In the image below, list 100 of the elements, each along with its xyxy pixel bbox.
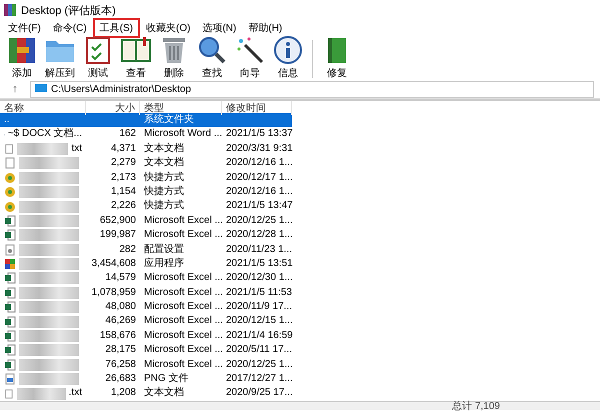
app-icon: [4, 258, 16, 270]
file-row[interactable]: 46,269 Microsoft Excel ... 2020/12/15 1...: [0, 314, 292, 329]
blurred-name: [19, 157, 79, 170]
file-row[interactable]: 28,175 Microsoft Excel ... 2020/5/11 17...: [0, 343, 292, 358]
file-date: 2021/1/5 13:47: [226, 200, 293, 212]
address-field[interactable]: C:\Users\Administrator\Desktop: [30, 80, 594, 98]
shortcut-icon: [4, 200, 16, 213]
file-date: 2021/1/5 13:37: [226, 128, 293, 140]
blurred-name: [19, 316, 79, 328]
file-row[interactable]: ~$ DOCX 文档... 162 Microsoft Word ... 2021/1/5 13:37: [0, 127, 292, 142]
file-size: 199,987: [100, 229, 136, 240]
file-row[interactable]: 48,080 Microsoft Excel ... 2020/11/9 17...: [0, 300, 292, 314]
file-type: 系统文件夹: [144, 114, 194, 125]
file-type: 文本文档: [144, 387, 184, 398]
file-type: 配置设置: [144, 244, 184, 255]
file-type: Microsoft Excel ...: [144, 214, 223, 226]
file-size: 2,279: [110, 157, 136, 168]
text-file-icon: [4, 157, 16, 170]
file-date: 2017/12/27 1...: [226, 373, 293, 384]
file-type: 快捷方式: [144, 186, 184, 197]
file-row[interactable]: 199,987 Microsoft Excel ... 2020/12/28 1...: [0, 228, 292, 243]
file-row[interactable]: txt 4,371 文本文档 2020/3/31 9:31: [0, 142, 292, 156]
excel-file-icon: [4, 229, 16, 242]
file-row[interactable]: 3,454,608 应用程序 2021/1/5 13:51: [0, 256, 292, 272]
file-size: 158,676: [100, 330, 136, 341]
file-date: 2021/1/5 13:51: [226, 258, 293, 269]
blurred-name: [19, 373, 79, 386]
toolbar-button[interactable]: 信息: [270, 35, 306, 80]
file-size: 26,683: [105, 373, 136, 384]
file-size: 46,269: [105, 315, 136, 326]
toolbar-button[interactable]: 修复: [319, 35, 355, 80]
file-row[interactable]: 652,900 Microsoft Excel ... 2020/12/25 1...: [0, 214, 292, 228]
menu-item[interactable]: 帮助(H): [242, 19, 288, 37]
blurred-name: [19, 244, 79, 256]
toolbar-button[interactable]: 查看: [118, 35, 154, 80]
blurred-name: [19, 330, 79, 342]
toolbar-button[interactable]: 测试: [80, 35, 116, 80]
file-row[interactable]: 76,258 Microsoft Excel ... 2020/12/25 1...: [0, 358, 292, 372]
file-type: Microsoft Excel ...: [144, 272, 223, 284]
file-size: 1,078,959: [92, 286, 136, 298]
file-size: 2,226: [110, 200, 136, 212]
image-file-icon: [4, 373, 16, 386]
file-type: Microsoft Excel ...: [144, 301, 223, 312]
toolbar-button[interactable]: 添加: [4, 35, 40, 80]
file-row[interactable]: 1,154 快捷方式 2020/12/16 1...: [0, 184, 292, 200]
books-icon: [7, 35, 37, 65]
monitor-icon: [35, 84, 47, 94]
shortcut-icon: [4, 172, 16, 184]
menu-item[interactable]: 文件(F): [2, 19, 47, 37]
app-icon: [4, 4, 16, 16]
menu-item[interactable]: 收藏夹(O): [140, 19, 196, 37]
shortcut-icon: [4, 186, 16, 198]
file-name: txt: [71, 142, 82, 156]
file-size: 28,175: [105, 344, 136, 356]
file-row[interactable]: 2,279 文本文档 2020/12/16 1...: [0, 156, 292, 171]
file-row[interactable]: 14,579 Microsoft Excel ... 2020/12/30 1...: [0, 271, 292, 286]
file-row[interactable]: 2,226 快捷方式 2021/1/5 13:47: [0, 199, 292, 214]
file-size: 14,579: [105, 272, 136, 284]
file-date: 2020/12/25 1...: [226, 358, 293, 370]
file-date: 2020/12/16 1...: [226, 157, 293, 168]
file-size: 1,154: [110, 186, 136, 197]
excel-file-icon: [4, 316, 16, 328]
file-row[interactable]: .txt 1,208 文本文档 2020/9/25 17...: [0, 386, 292, 401]
search-icon: [197, 35, 227, 65]
file-row[interactable]: 2,173 快捷方式 2020/12/17 1...: [0, 170, 292, 185]
file-date: 2020/12/17 1...: [226, 172, 293, 183]
menu-item[interactable]: 命令(C): [46, 19, 93, 37]
menu-item[interactable]: 选项(N): [196, 19, 242, 37]
file-size: 282: [119, 244, 136, 255]
file-date: 2020/3/31 9:31: [226, 142, 293, 154]
toolbar-button[interactable]: 向导: [232, 35, 268, 80]
file-name: ..: [4, 113, 10, 127]
excel-file-icon: [4, 358, 16, 371]
file-row[interactable]: 1,078,959 Microsoft Excel ... 2021/1/5 11:53: [0, 286, 292, 300]
excel-file-icon: [4, 214, 16, 227]
file-row[interactable]: .. 系统文件夹: [0, 113, 292, 128]
file-size: 652,900: [100, 214, 136, 226]
blurred-name: [17, 142, 68, 155]
excel-file-icon: [4, 330, 16, 342]
file-row[interactable]: 26,683 PNG 文件 2017/12/27 1...: [0, 372, 292, 386]
excel-file-icon: [4, 272, 16, 284]
toolbar-button[interactable]: 删除: [156, 35, 192, 80]
file-row[interactable]: 282 配置设置 2020/11/23 1...: [0, 242, 292, 257]
file-type: Microsoft Excel ...: [144, 344, 223, 356]
blurred-name: [19, 258, 79, 270]
file-row[interactable]: 158,676 Microsoft Excel ... 2021/1/4 16:59: [0, 328, 292, 344]
toolbar-button[interactable]: 查找: [194, 35, 230, 80]
file-type: 快捷方式: [144, 200, 184, 212]
file-size: 1,208: [110, 387, 136, 398]
file-date: 2020/12/25 1...: [226, 214, 293, 226]
file-size: 3,454,608: [92, 258, 136, 269]
toolbar-button[interactable]: 解压到: [42, 35, 78, 80]
file-date: 2020/12/30 1...: [226, 272, 293, 284]
file-type: 应用程序: [144, 258, 184, 269]
file-date: 2020/11/9 17...: [226, 301, 292, 312]
excel-file-icon: [4, 301, 16, 314]
blurred-name: [19, 301, 79, 314]
up-button[interactable]: ↑: [6, 83, 24, 95]
blurred-name: [19, 286, 79, 299]
blurred-name: [19, 200, 79, 213]
